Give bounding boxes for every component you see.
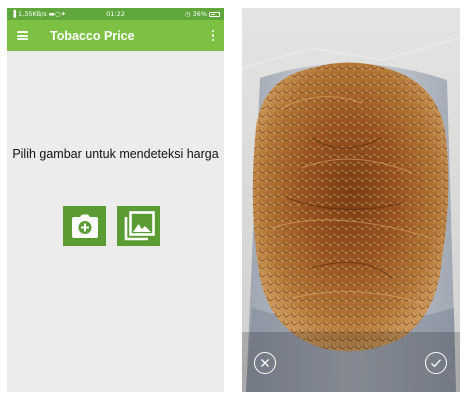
app-bar: Tobacco Price <box>7 20 224 51</box>
more-vert-icon[interactable] <box>210 27 217 45</box>
confirm-button[interactable] <box>425 352 447 374</box>
camera-button[interactable] <box>63 206 106 246</box>
status-time: 01:22 <box>106 10 125 18</box>
check-icon <box>431 359 441 368</box>
close-icon <box>261 359 269 367</box>
battery-percent: 36% <box>192 10 207 18</box>
network-speed: 1,35KB/s <box>18 10 47 18</box>
battery-icon <box>209 11 220 17</box>
app-screen: ▐ 1,35KB/s ▬○✦ 01:22 ◷ 36% Tobacco Price… <box>7 8 224 392</box>
add-a-photo-icon <box>71 214 98 238</box>
tobacco-photo <box>242 8 460 392</box>
status-bar: ▐ 1,35KB/s ▬○✦ 01:22 ◷ 36% <box>7 8 224 20</box>
select-image-prompt: Pilih gambar untuk mendeteksi harga <box>12 147 219 161</box>
image-source-actions <box>63 206 160 246</box>
alarm-icon: ◷ <box>184 10 191 18</box>
signal-icon: ▐ <box>11 10 16 18</box>
app-title: Tobacco Price <box>50 28 135 43</box>
photo-library-icon <box>124 211 155 241</box>
hamburger-menu-icon[interactable] <box>17 31 28 40</box>
cancel-button[interactable] <box>254 352 276 374</box>
notification-icons: ▬○✦ <box>48 10 67 18</box>
status-left: ▐ 1,35KB/s ▬○✦ <box>11 10 66 18</box>
image-preview-screen <box>242 8 460 392</box>
gallery-button[interactable] <box>117 206 160 246</box>
status-right: ◷ 36% <box>185 10 220 18</box>
